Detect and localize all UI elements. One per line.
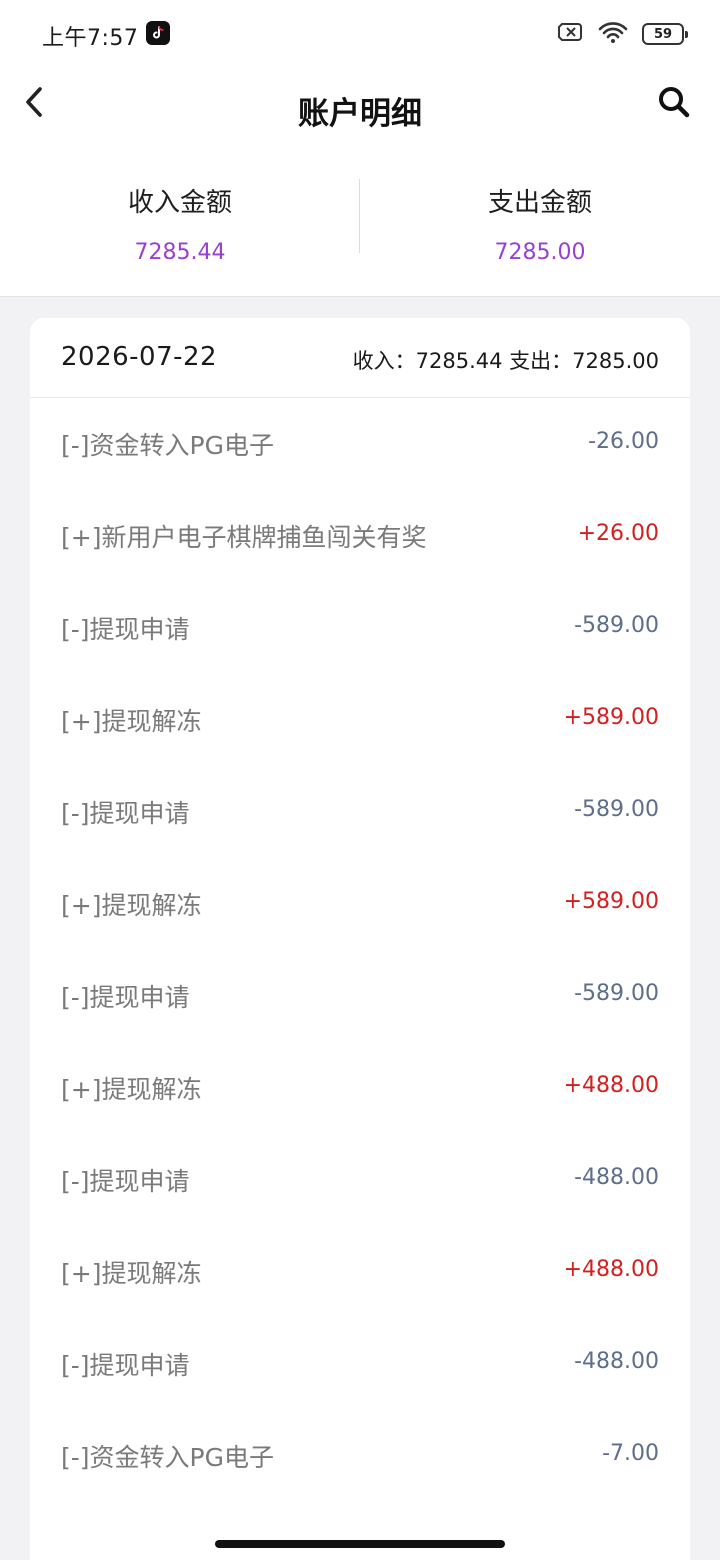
day-card-header: 2026-07-22 收入：7285.44 支出：7285.00 bbox=[30, 318, 690, 398]
transaction-row[interactable]: [+]提现解冻 +488.00 bbox=[30, 1226, 690, 1318]
transaction-amount: +589.00 bbox=[563, 889, 659, 914]
transaction-row[interactable]: [+]新用户电子棋牌捕鱼闯关有奖 +26.00 bbox=[30, 490, 690, 582]
transaction-amount: -589.00 bbox=[574, 797, 659, 822]
status-time: 上午7:57 bbox=[42, 26, 139, 51]
page-title: 账户明细 bbox=[298, 96, 422, 132]
tiktok-app-icon bbox=[146, 21, 170, 45]
search-icon bbox=[659, 87, 690, 118]
transaction-row[interactable]: [-]提现申请 -488.00 bbox=[30, 1318, 690, 1410]
transaction-description: [+]提现解冻 bbox=[61, 1075, 202, 1104]
wifi-icon bbox=[598, 21, 628, 47]
transaction-amount: -488.00 bbox=[574, 1165, 659, 1190]
day-card: 2026-07-22 收入：7285.44 支出：7285.00 [-]资金转入… bbox=[30, 318, 690, 1560]
income-summary: 收入金额 7285.44 bbox=[0, 152, 360, 297]
income-value: 7285.44 bbox=[134, 240, 226, 265]
home-indicator[interactable] bbox=[215, 1540, 505, 1548]
transaction-row[interactable]: [-]提现申请 -589.00 bbox=[30, 766, 690, 858]
transaction-row[interactable]: [-]资金转入PG电子 -26.00 bbox=[30, 398, 690, 490]
transaction-list: [-]资金转入PG电子 -26.00 [+]新用户电子棋牌捕鱼闯关有奖 +26.00[… bbox=[30, 398, 690, 1502]
transaction-description: [-]提现申请 bbox=[61, 615, 190, 644]
transaction-row[interactable]: [+]提现解冻 +589.00 bbox=[30, 858, 690, 950]
transaction-amount: +26.00 bbox=[577, 521, 659, 546]
transaction-description: [-]资金转入PG电子 bbox=[61, 431, 274, 460]
transaction-amount: +488.00 bbox=[563, 1257, 659, 1282]
transaction-amount: -589.00 bbox=[574, 613, 659, 638]
transaction-amount: -488.00 bbox=[574, 1349, 659, 1374]
day-date: 2026-07-22 bbox=[61, 342, 218, 372]
balance-summary: 收入金额 7285.44 支出金额 7285.00 bbox=[0, 152, 720, 297]
transaction-description: [-]提现申请 bbox=[61, 799, 190, 828]
battery-level: 59 bbox=[653, 26, 673, 42]
transaction-amount: +589.00 bbox=[563, 705, 659, 730]
status-icons: 59 bbox=[558, 21, 688, 47]
transaction-row[interactable]: [-]提现申请 -589.00 bbox=[30, 582, 690, 674]
transaction-amount: -7.00 bbox=[602, 1441, 659, 1466]
expense-label: 支出金额 bbox=[487, 188, 592, 218]
transaction-amount: -589.00 bbox=[574, 981, 659, 1006]
transaction-description: [+]提现解冻 bbox=[61, 1259, 202, 1288]
income-label: 收入金额 bbox=[127, 188, 232, 218]
transaction-description: [-]提现申请 bbox=[61, 1167, 190, 1196]
status-bar: 上午7:57 59 bbox=[0, 0, 720, 66]
transaction-description: [-]提现申请 bbox=[61, 983, 190, 1012]
expense-summary: 支出金额 7285.00 bbox=[360, 152, 720, 297]
transaction-description: [+]提现解冻 bbox=[61, 707, 202, 736]
day-totals: 收入：7285.44 支出：7285.00 bbox=[352, 349, 659, 373]
transaction-row[interactable]: [-]资金转入PG电子 -7.00 bbox=[30, 1410, 690, 1502]
search-button[interactable] bbox=[654, 82, 694, 122]
transaction-description: [+]新用户电子棋牌捕鱼闯关有奖 bbox=[61, 523, 427, 552]
transaction-row[interactable]: [-]提现申请 -488.00 bbox=[30, 1134, 690, 1226]
transaction-row[interactable]: [+]提现解冻 +488.00 bbox=[30, 1042, 690, 1134]
transaction-description: [-]资金转入PG电子 bbox=[61, 1443, 274, 1472]
battery-indicator: 59 bbox=[642, 23, 688, 45]
header: 账户明细 bbox=[0, 66, 720, 152]
expense-value: 7285.00 bbox=[494, 240, 586, 265]
transaction-description: [-]提现申请 bbox=[61, 1351, 190, 1380]
sim-error-icon bbox=[558, 22, 584, 46]
transaction-row[interactable]: [-]提现申请 -589.00 bbox=[30, 950, 690, 1042]
transaction-amount: -26.00 bbox=[588, 429, 659, 454]
transaction-row[interactable]: [+]提现解冻 +589.00 bbox=[30, 674, 690, 766]
transaction-amount: +488.00 bbox=[563, 1073, 659, 1098]
transaction-description: [+]提现解冻 bbox=[61, 891, 202, 920]
